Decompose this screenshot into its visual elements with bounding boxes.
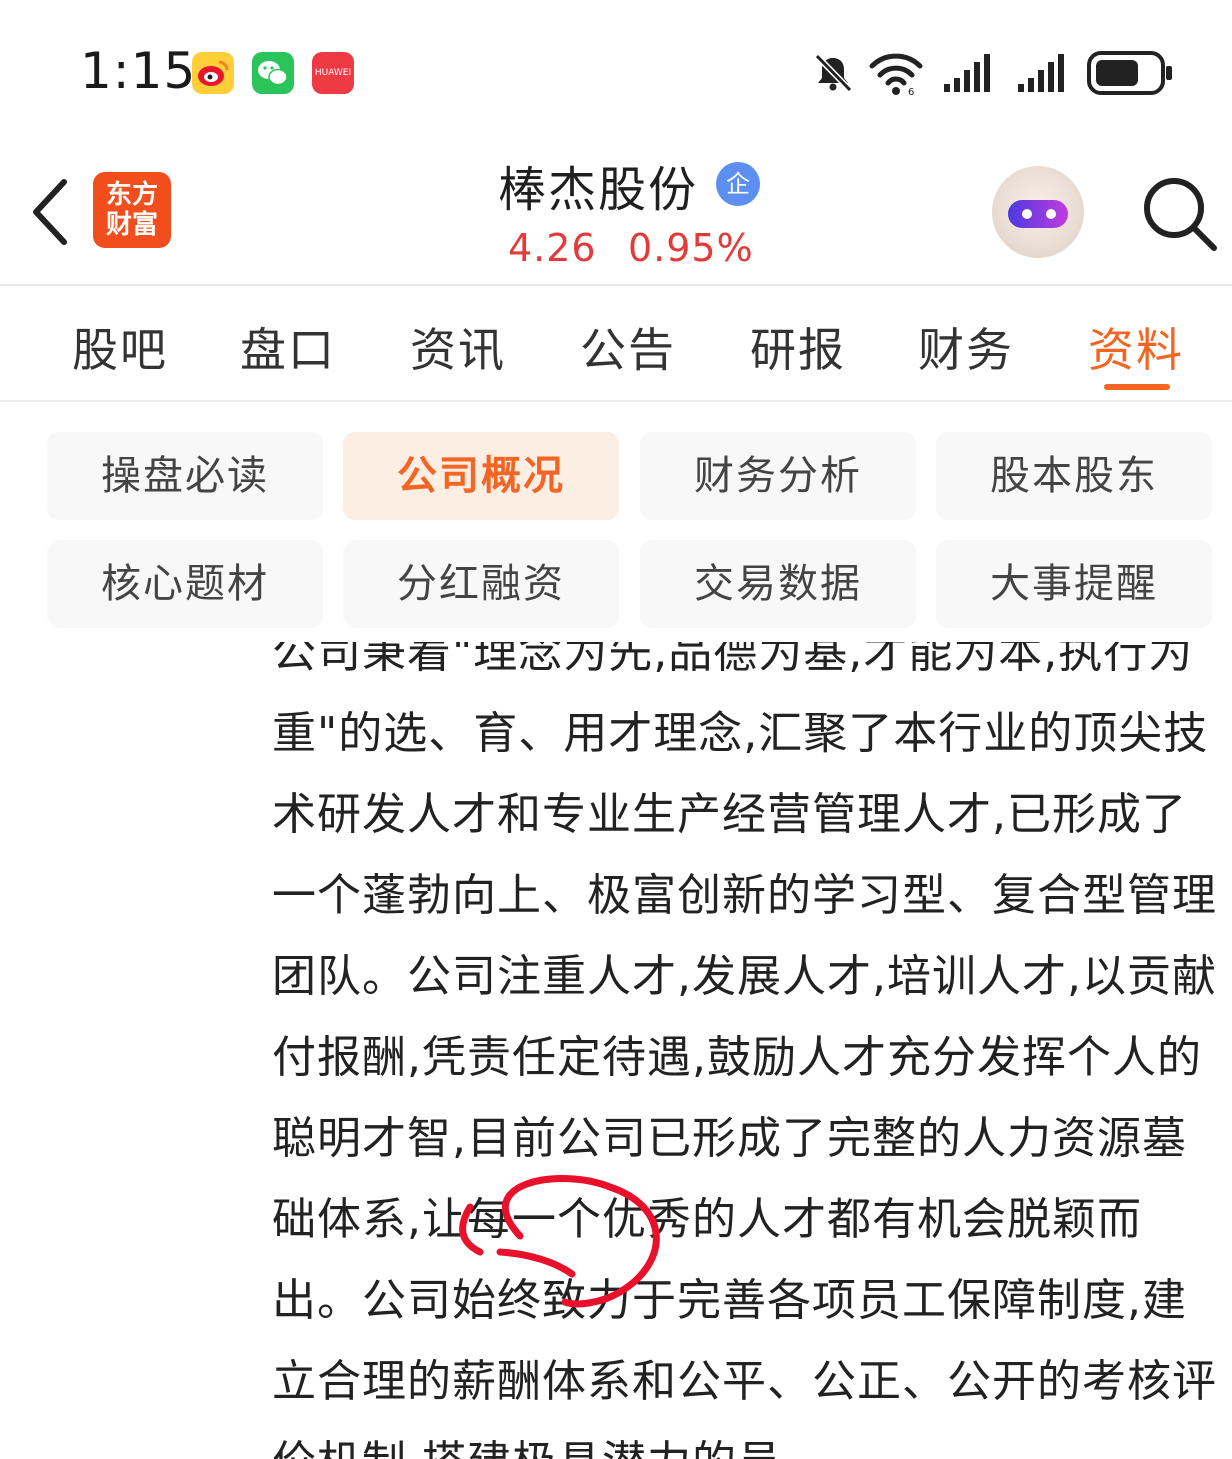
company-description-text: 公司秉着"理念为先,品德为基,才能为本,执行为重"的选、育、用才理念,汇聚了本行… xyxy=(272,642,1217,1459)
weibo-icon xyxy=(192,52,234,94)
status-bar: 1:15 HUAWEI 6 xyxy=(0,0,1232,140)
logo-text: 东方 财富 xyxy=(105,180,158,240)
active-tab-indicator xyxy=(1104,384,1170,390)
tab-research[interactable]: 研报 xyxy=(750,314,846,380)
sub-menu-trading-data[interactable]: 交易数据 xyxy=(640,540,916,628)
back-arrow-icon[interactable] xyxy=(28,178,72,246)
stock-header: 东方 财富 棒杰股份 企 4.26 0.95% xyxy=(0,140,1232,286)
battery-icon xyxy=(1087,51,1172,95)
search-icon[interactable] xyxy=(1138,172,1218,252)
sub-menu-trading-guide[interactable]: 操盘必读 xyxy=(47,432,323,520)
robot-eye xyxy=(1022,209,1032,219)
signal-icon xyxy=(1018,54,1064,92)
tab-news[interactable]: 资讯 xyxy=(410,314,506,380)
stock-price: 4.26 xyxy=(508,226,597,270)
sub-menu-company-overview[interactable]: 公司概况 xyxy=(343,432,619,520)
stock-name: 棒杰股份 xyxy=(498,162,699,218)
tab-pankou[interactable]: 盘口 xyxy=(240,314,336,380)
tab-profile[interactable]: 资料 xyxy=(1088,314,1184,380)
tab-finance[interactable]: 财务 xyxy=(918,314,1014,380)
bell-muted-icon xyxy=(814,53,853,93)
stock-change-percent: 0.95% xyxy=(628,226,754,270)
tab-announcements[interactable]: 公告 xyxy=(580,314,676,380)
robot-visor xyxy=(1008,200,1068,228)
main-tab-bar: 股吧 盘口 资讯 公告 研报 财务 资料 xyxy=(0,286,1232,402)
company-overview-content[interactable]: 公司秉着"理念为先,品德为基,才能为本,执行为重"的选、育、用才理念,汇聚了本行… xyxy=(0,642,1232,1459)
signal-icon xyxy=(944,54,990,92)
sub-menu-events[interactable]: 大事提醒 xyxy=(936,540,1212,628)
robot-eye xyxy=(1046,209,1056,219)
sub-menu-core-themes[interactable]: 核心题材 xyxy=(47,540,323,628)
huawei-appgallery-icon: HUAWEI xyxy=(312,52,354,94)
sub-menu-dividends-financing[interactable]: 分红融资 xyxy=(343,540,619,628)
svg-text:6: 6 xyxy=(908,87,914,96)
huawei-label: HUAWEI xyxy=(314,68,352,78)
robot-assistant-avatar[interactable] xyxy=(992,166,1084,258)
sub-menu-financial-analysis[interactable]: 财务分析 xyxy=(640,432,916,520)
tab-guba[interactable]: 股吧 xyxy=(72,314,168,380)
eastmoney-logo[interactable]: 东方 财富 xyxy=(93,172,171,248)
wifi-icon: 6 xyxy=(869,53,923,96)
wechat-icon xyxy=(252,52,294,94)
sub-menu-shareholders[interactable]: 股本股东 xyxy=(936,432,1212,520)
enterprise-badge: 企 xyxy=(716,162,760,206)
clock: 1:15 xyxy=(80,42,197,100)
